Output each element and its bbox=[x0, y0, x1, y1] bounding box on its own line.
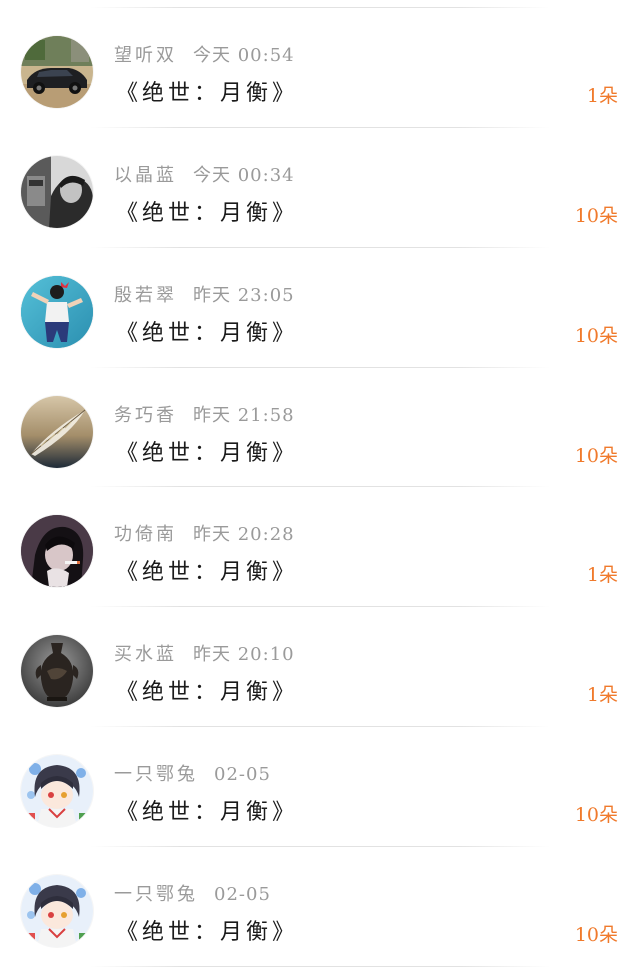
meta-line: 殷若翠 昨天 23:05 bbox=[114, 283, 295, 309]
avatar[interactable] bbox=[21, 156, 93, 228]
meta-line: 功倚南 昨天 20:28 bbox=[114, 522, 295, 548]
item-title[interactable]: 《绝世：月衡》 bbox=[116, 918, 298, 948]
meta-line: 买水蓝 昨天 20:10 bbox=[114, 642, 295, 668]
flower-count: 1朵 bbox=[586, 85, 618, 107]
username[interactable]: 以晶蓝 bbox=[114, 165, 177, 186]
avatar[interactable] bbox=[21, 396, 93, 468]
item-title[interactable]: 《绝世：月衡》 bbox=[116, 319, 298, 349]
avatar-person-icon bbox=[21, 156, 93, 228]
username[interactable]: 一只鄂兔 bbox=[114, 764, 198, 785]
list-item[interactable]: 一只鄂兔 02-05 《绝世：月衡》 10朵 bbox=[0, 726, 640, 846]
list-item[interactable]: 务巧香 昨天 21:58 《绝世：月衡》 10朵 bbox=[0, 367, 640, 487]
meta-line: 一只鄂兔 02-05 bbox=[114, 882, 271, 908]
timestamp: 昨天 23:05 bbox=[193, 285, 295, 306]
avatar[interactable] bbox=[21, 755, 93, 827]
username[interactable]: 买水蓝 bbox=[114, 644, 177, 665]
avatar-anime-icon bbox=[21, 875, 93, 947]
flower-count: 10朵 bbox=[574, 445, 618, 467]
username[interactable]: 一只鄂兔 bbox=[114, 884, 198, 905]
divider bbox=[90, 966, 550, 967]
meta-line: 务巧香 昨天 21:58 bbox=[114, 403, 295, 429]
timestamp: 昨天 21:58 bbox=[193, 405, 295, 426]
timestamp: 今天 00:54 bbox=[193, 45, 295, 66]
list-item[interactable]: 买水蓝 昨天 20:10 《绝世：月衡》 1朵 bbox=[0, 606, 640, 726]
avatar-car-icon bbox=[21, 36, 93, 108]
meta-line: 一只鄂兔 02-05 bbox=[114, 762, 271, 788]
avatar-smoking-icon bbox=[21, 515, 93, 587]
avatar-feather-icon bbox=[21, 396, 93, 468]
flower-count: 1朵 bbox=[586, 684, 618, 706]
avatar[interactable] bbox=[21, 515, 93, 587]
timestamp: 昨天 20:28 bbox=[193, 524, 295, 545]
list-item[interactable]: 功倚南 昨天 20:28 《绝世：月衡》 1朵 bbox=[0, 486, 640, 606]
username[interactable]: 望听双 bbox=[114, 45, 177, 66]
username[interactable]: 功倚南 bbox=[114, 524, 177, 545]
item-title[interactable]: 《绝世：月衡》 bbox=[116, 798, 298, 828]
avatar-vase-icon bbox=[21, 635, 93, 707]
timestamp: 02-05 bbox=[214, 764, 271, 785]
item-title[interactable]: 《绝世：月衡》 bbox=[116, 79, 298, 109]
list-item[interactable]: 殷若翠 昨天 23:05 《绝世：月衡》 10朵 bbox=[0, 247, 640, 367]
avatar[interactable] bbox=[21, 276, 93, 348]
avatar[interactable] bbox=[21, 635, 93, 707]
list-item[interactable]: 以晶蓝 今天 00:34 《绝世：月衡》 10朵 bbox=[0, 127, 640, 247]
username[interactable]: 殷若翠 bbox=[114, 285, 177, 306]
avatar-anime-icon bbox=[21, 755, 93, 827]
timestamp: 02-05 bbox=[214, 884, 271, 905]
flower-count: 10朵 bbox=[574, 924, 618, 946]
list-item[interactable]: 一只鄂兔 02-05 《绝世：月衡》 10朵 bbox=[0, 846, 640, 966]
meta-line: 以晶蓝 今天 00:34 bbox=[114, 163, 295, 189]
avatar-girl-wall-icon bbox=[21, 276, 93, 348]
username[interactable]: 务巧香 bbox=[114, 405, 177, 426]
flower-count: 10朵 bbox=[574, 325, 618, 347]
avatar[interactable] bbox=[21, 875, 93, 947]
timestamp: 今天 00:34 bbox=[193, 165, 295, 186]
list-item[interactable]: 望听双 今天 00:54 《绝世：月衡》 1朵 bbox=[0, 7, 640, 127]
item-title[interactable]: 《绝世：月衡》 bbox=[116, 439, 298, 469]
avatar[interactable] bbox=[21, 36, 93, 108]
flower-count: 10朵 bbox=[574, 804, 618, 826]
timestamp: 昨天 20:10 bbox=[193, 644, 295, 665]
flower-count: 1朵 bbox=[586, 564, 618, 586]
gift-record-list: 望听双 今天 00:54 《绝世：月衡》 1朵 以晶蓝 今天 00:34 《绝世：月… bbox=[0, 0, 640, 975]
item-title[interactable]: 《绝世：月衡》 bbox=[116, 199, 298, 229]
item-title[interactable]: 《绝世：月衡》 bbox=[116, 678, 298, 708]
meta-line: 望听双 今天 00:54 bbox=[114, 43, 295, 69]
flower-count: 10朵 bbox=[574, 205, 618, 227]
item-title[interactable]: 《绝世：月衡》 bbox=[116, 558, 298, 588]
